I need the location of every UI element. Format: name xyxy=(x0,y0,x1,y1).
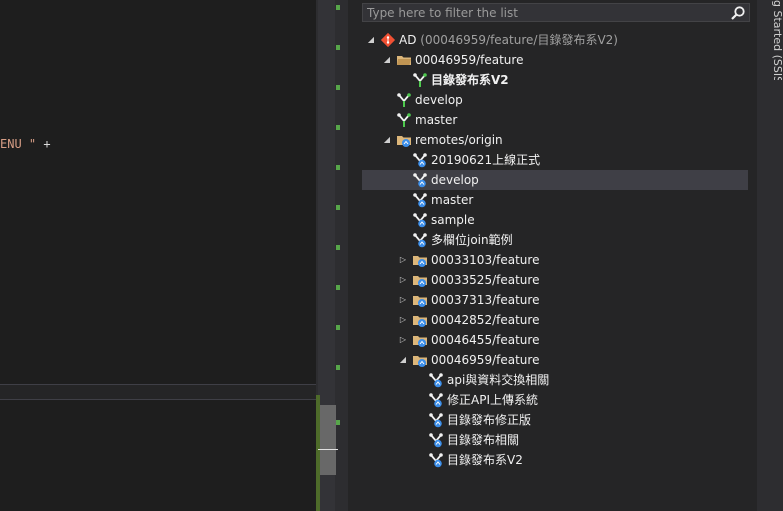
branch-icon xyxy=(397,113,411,127)
overview-change-mark xyxy=(336,420,340,425)
branch-label: develop xyxy=(431,173,479,187)
overview-change-mark xyxy=(336,85,340,90)
remote-folder-icon xyxy=(412,272,428,288)
branch-label: 目錄發布系V2 xyxy=(447,453,523,467)
expand-toggle-icon[interactable]: ◢ xyxy=(382,50,392,70)
branch-label: 20190621上線正式 xyxy=(431,153,541,167)
branch-label: 目錄發布修正版 xyxy=(447,413,532,427)
overview-change-mark xyxy=(336,45,340,50)
overview-change-mark xyxy=(336,285,340,290)
overview-change-mark xyxy=(336,365,340,370)
remote-branch-icon xyxy=(428,372,444,388)
folder-label: remotes/origin xyxy=(415,133,503,147)
collapse-toggle-icon[interactable]: ▷ xyxy=(398,290,408,310)
expand-toggle-icon[interactable]: ◢ xyxy=(382,130,392,150)
folder-icon xyxy=(397,56,411,65)
code-string: ENU " xyxy=(0,137,37,151)
remote-branch-icon xyxy=(428,412,444,428)
remote-branch-icon xyxy=(428,452,444,468)
remote-branch-icon xyxy=(412,212,428,228)
remote-folder-icon xyxy=(412,312,428,328)
collapse-toggle-icon[interactable]: ▷ xyxy=(398,310,408,330)
remote-branch-icon xyxy=(412,192,428,208)
overview-change-mark xyxy=(336,125,340,130)
code-editor[interactable]: ENU " + xyxy=(0,0,316,385)
search-icon[interactable] xyxy=(730,5,746,21)
overview-change-mark xyxy=(336,245,340,250)
remote-folder-icon xyxy=(412,352,428,368)
caret-marker xyxy=(318,449,338,450)
remote-folder-icon xyxy=(397,136,411,147)
code-line: ENU " + xyxy=(0,137,51,151)
folder-label: 00046455/feature xyxy=(431,333,540,347)
expand-toggle-icon[interactable]: ◢ xyxy=(398,350,408,370)
remote-branch-icon xyxy=(412,232,428,248)
remote-branch-icon xyxy=(412,172,428,188)
editor-split-bar[interactable] xyxy=(0,384,316,400)
remote-folder-icon xyxy=(412,332,428,348)
branch-label: api與資料交換相關 xyxy=(447,373,550,387)
branch-label: sample xyxy=(431,213,475,227)
branch-label: 目錄發布系V2 xyxy=(431,73,509,87)
overview-change-mark xyxy=(336,205,340,210)
remote-branch-icon xyxy=(412,152,428,168)
branch-label: develop xyxy=(415,93,463,107)
git-repo-icon xyxy=(380,32,396,48)
overview-change-mark xyxy=(336,5,340,10)
branches-panel xyxy=(348,0,757,511)
branch-label: 多欄位join範例 xyxy=(431,233,513,247)
remote-branch-node[interactable]: develop xyxy=(362,170,748,190)
remote-folder-icon xyxy=(412,252,428,268)
scrollbar-thumb[interactable] xyxy=(320,405,336,475)
remote-branch-icon xyxy=(428,432,444,448)
overview-change-mark xyxy=(336,165,340,170)
branch-icon xyxy=(397,93,411,107)
bottom-pane xyxy=(0,400,316,511)
folder-label: 00033103/feature xyxy=(431,253,540,267)
folder-label: 00046959/feature xyxy=(415,53,524,67)
overview-change-mark xyxy=(336,325,340,330)
remote-branch-icon xyxy=(428,392,444,408)
branch-label: master xyxy=(431,193,474,207)
folder-label: 00033525/feature xyxy=(431,273,540,287)
expand-toggle-icon[interactable]: ◢ xyxy=(366,30,376,50)
filter-input[interactable] xyxy=(363,4,731,21)
remote-folder-icon xyxy=(412,292,428,308)
folder-label: 00046959/feature xyxy=(431,353,540,367)
branch-label: 修正API上傳系統 xyxy=(447,393,538,407)
repo-label: AD (00046959/feature/目錄發布系V2) xyxy=(399,33,618,47)
folder-label: 00037313/feature xyxy=(431,293,540,307)
tab-getting-started-ssis[interactable]: g Started (SSIS) xyxy=(762,0,783,80)
filter-box[interactable] xyxy=(362,3,750,22)
folder-label: 00042852/feature xyxy=(431,313,540,327)
branch-label: master xyxy=(415,113,458,127)
branch-label: 目錄發布相關 xyxy=(447,433,520,447)
branch-icon xyxy=(413,73,427,87)
code-operator: + xyxy=(36,137,51,151)
collapse-toggle-icon[interactable]: ▷ xyxy=(398,250,408,270)
collapse-toggle-icon[interactable]: ▷ xyxy=(398,270,408,290)
collapse-toggle-icon[interactable]: ▷ xyxy=(398,330,408,350)
